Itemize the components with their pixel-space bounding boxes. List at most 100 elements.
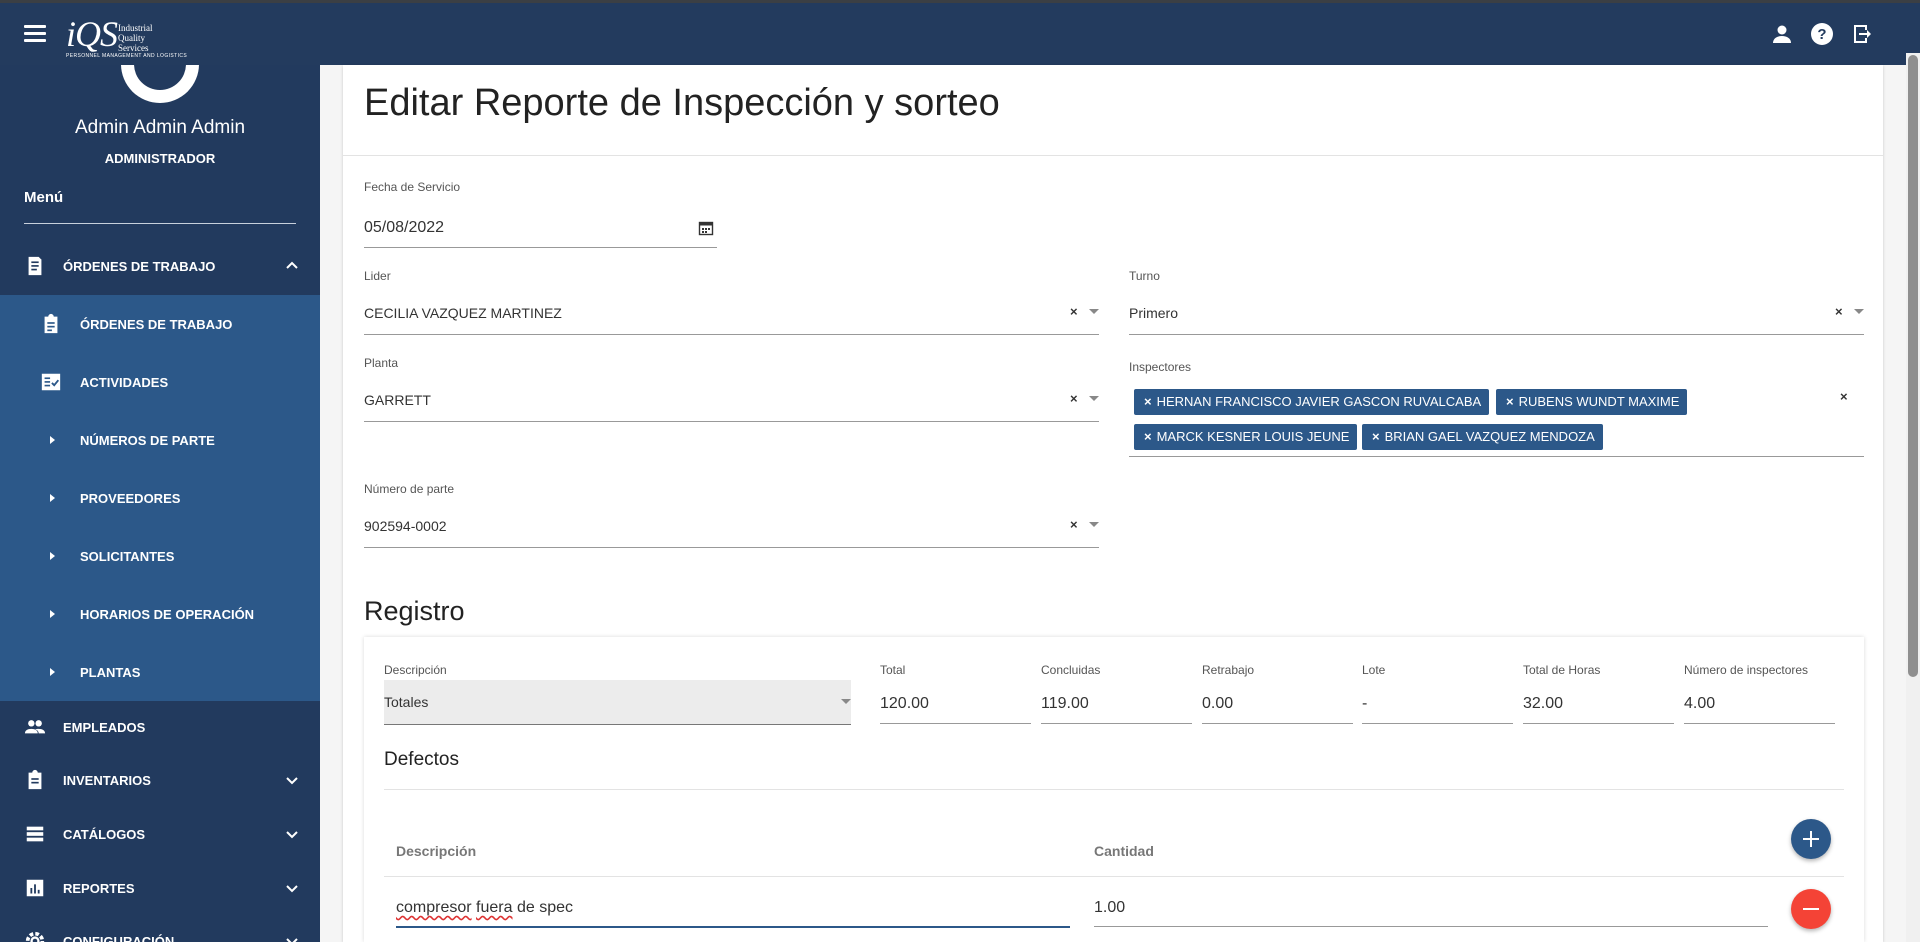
defect-description-underline xyxy=(396,926,1070,928)
user-name: Admin Admin Admin xyxy=(74,117,246,138)
total-label: Total xyxy=(880,663,906,677)
svg-text:?: ? xyxy=(1817,26,1826,43)
sidebar-item-numeros-parte[interactable]: NÚMEROS DE PARTE xyxy=(0,411,320,469)
play-arrow-icon xyxy=(40,487,62,509)
inspectores-underline xyxy=(1129,456,1864,457)
play-arrow-icon xyxy=(40,661,62,683)
num-inspectores-label: Número de inspectores xyxy=(1684,663,1809,677)
menu-title: Menú xyxy=(24,189,64,206)
concluidas-input[interactable]: 119.00 xyxy=(1041,695,1089,713)
sidebar-item-label: PLANTAS xyxy=(80,664,141,680)
lote-input[interactable]: - xyxy=(1362,695,1367,713)
checklist-icon xyxy=(40,371,62,393)
defectos-divider xyxy=(384,789,1844,790)
numparte-select[interactable]: 902594-0002 xyxy=(364,518,447,534)
defect-word: de spec xyxy=(516,899,573,916)
planta-caret-icon[interactable] xyxy=(1089,396,1099,401)
sidebar-item-empleados[interactable]: EMPLEADOS xyxy=(0,698,320,756)
table-header-divider xyxy=(384,876,1844,877)
sidebar-item-plantas[interactable]: PLANTAS xyxy=(0,643,320,701)
chip-label: HERNAN FRANCISCO JAVIER GASCON RUVALCABA xyxy=(1156,394,1482,409)
menu-divider xyxy=(24,223,296,224)
sidebar-item-proveedores[interactable]: PROVEEDORES xyxy=(0,469,320,527)
chip-remove-icon[interactable]: × xyxy=(1506,394,1514,409)
page-scrollbar-thumb[interactable] xyxy=(1908,55,1918,677)
col-descripcion-header: Descripción xyxy=(396,843,477,859)
descripcion-value: Totales xyxy=(384,694,429,710)
numparte-clear-icon[interactable]: × xyxy=(1070,517,1078,532)
turno-label: Turno xyxy=(1129,269,1160,283)
planta-clear-icon[interactable]: × xyxy=(1070,391,1078,406)
inspectores-clear-icon[interactable]: × xyxy=(1840,389,1848,404)
concluidas-label: Concluidas xyxy=(1041,663,1101,677)
numparte-caret-icon[interactable] xyxy=(1089,522,1099,527)
sidebar-item-inventarios[interactable]: INVENTARIOS xyxy=(0,751,320,809)
remove-defect-button[interactable] xyxy=(1791,889,1831,929)
inspector-chip[interactable]: × MARCK KESNER LOUIS JEUNE xyxy=(1134,424,1358,450)
planta-select[interactable]: GARRETT xyxy=(364,392,431,408)
minus-icon xyxy=(1803,908,1819,910)
clipboard-icon xyxy=(40,313,62,335)
turno-underline xyxy=(1129,334,1864,335)
sidebar-item-horarios[interactable]: HORARIOS DE OPERACIÓN xyxy=(0,585,320,643)
chip-remove-icon[interactable]: × xyxy=(1144,394,1152,409)
sidebar-item-label: REPORTES xyxy=(63,880,135,896)
calendar-icon[interactable] xyxy=(698,220,714,236)
help-icon[interactable]: ? xyxy=(1810,22,1834,46)
sidebar-item-label: HORARIOS DE OPERACIÓN xyxy=(80,606,255,622)
sidebar-item-reportes[interactable]: REPORTES xyxy=(0,859,320,917)
descripcion-label: Descripción xyxy=(384,663,447,677)
title-divider xyxy=(343,155,1883,156)
chip-remove-icon[interactable]: × xyxy=(1372,429,1380,444)
defectos-title: Defectos xyxy=(384,749,459,770)
defect-description-input[interactable]: compresor fuera de spec xyxy=(396,899,573,917)
fecha-label: Fecha de Servicio xyxy=(364,180,461,194)
turno-caret-icon[interactable] xyxy=(1854,309,1864,314)
retrabajo-input[interactable]: 0.00 xyxy=(1202,695,1233,713)
turno-select[interactable]: Primero xyxy=(1129,305,1178,321)
logout-icon[interactable] xyxy=(1850,22,1874,46)
sidebar: Admin Admin Admin ADMINISTRADOR Menú ÓRD… xyxy=(0,65,320,942)
chip-label: BRIAN GAEL VAZQUEZ MENDOZA xyxy=(1384,429,1595,444)
lote-label: Lote xyxy=(1362,663,1386,677)
logo[interactable]: iQS Industrial Quality Services PERSONNE… xyxy=(64,11,187,59)
lider-select[interactable]: CECILIA VAZQUEZ MARTINEZ xyxy=(364,305,562,321)
gear-icon xyxy=(24,930,46,942)
chevron-down-icon xyxy=(284,880,300,896)
total-underline xyxy=(880,723,1031,724)
descripcion-caret-icon[interactable] xyxy=(841,699,851,704)
receipt-icon xyxy=(24,255,46,277)
horas-input[interactable]: 32.00 xyxy=(1523,695,1563,713)
descripcion-select[interactable] xyxy=(384,680,851,725)
retrabajo-underline xyxy=(1202,723,1353,724)
sidebar-item-ordenes-group[interactable]: ÓRDENES DE TRABAJO xyxy=(0,237,320,295)
menu-icon[interactable] xyxy=(22,21,48,45)
defect-quantity-input[interactable]: 1.00 xyxy=(1094,899,1125,917)
fecha-input[interactable]: 05/08/2022 xyxy=(364,219,444,237)
sidebar-item-ordenes[interactable]: ÓRDENES DE TRABAJO xyxy=(0,295,320,353)
total-input[interactable]: 120.00 xyxy=(880,695,929,713)
avatar xyxy=(121,65,199,103)
inspector-chip[interactable]: × BRIAN GAEL VAZQUEZ MENDOZA xyxy=(1362,424,1603,450)
add-defect-button[interactable] xyxy=(1791,819,1831,859)
clipboard-icon xyxy=(24,769,46,791)
sidebar-item-label: PROVEEDORES xyxy=(80,490,181,506)
sidebar-item-actividades[interactable]: ACTIVIDADES xyxy=(0,353,320,411)
lider-caret-icon[interactable] xyxy=(1089,309,1099,314)
sidebar-item-label: INVENTARIOS xyxy=(63,772,151,788)
lider-clear-icon[interactable]: × xyxy=(1070,304,1078,319)
sidebar-item-catalogos[interactable]: CATÁLOGOS xyxy=(0,805,320,863)
list-icon xyxy=(24,823,46,845)
inspector-chip[interactable]: × RUBENS WUNDT MAXIME xyxy=(1496,389,1688,415)
chip-remove-icon[interactable]: × xyxy=(1144,429,1152,444)
chevron-down-icon xyxy=(284,826,300,842)
fecha-underline xyxy=(364,247,717,248)
logo-company: Industrial Quality Services xyxy=(118,23,153,53)
turno-clear-icon[interactable]: × xyxy=(1835,304,1843,319)
sidebar-item-configuracion[interactable]: CONFIGURACIÓN xyxy=(0,912,320,942)
sidebar-item-solicitantes[interactable]: SOLICITANTES xyxy=(0,527,320,585)
registro-title: Registro xyxy=(364,596,465,626)
num-inspectores-input[interactable]: 4.00 xyxy=(1684,695,1715,713)
person-icon[interactable] xyxy=(1770,22,1794,46)
inspector-chip[interactable]: × HERNAN FRANCISCO JAVIER GASCON RUVALCAB… xyxy=(1134,389,1490,415)
